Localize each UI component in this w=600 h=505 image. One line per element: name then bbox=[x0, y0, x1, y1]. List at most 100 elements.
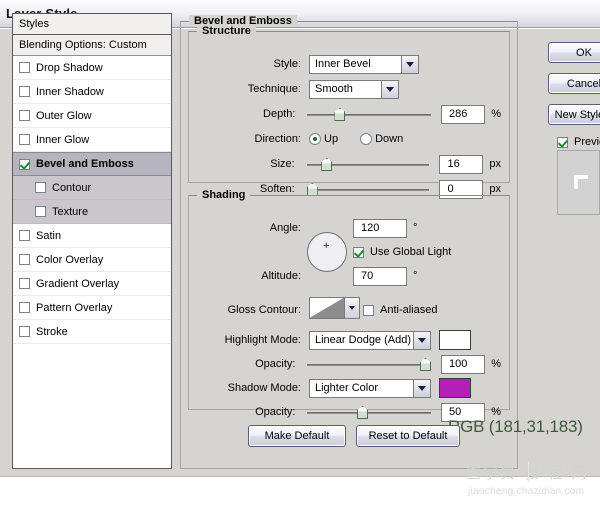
anti-aliased-label: Anti-aliased bbox=[380, 304, 437, 316]
cancel-button[interactable]: Cancel bbox=[548, 73, 600, 94]
altitude-label: Altitude: bbox=[189, 270, 301, 282]
bevel-emboss-panel: Bevel and Emboss Structure Style: Inner … bbox=[180, 13, 520, 469]
soften-unit: px bbox=[489, 183, 501, 195]
radio-up-icon[interactable] bbox=[309, 133, 321, 145]
shadow-mode-select[interactable]: Lighter Color bbox=[309, 379, 431, 398]
style-row-checkbox[interactable] bbox=[19, 86, 30, 97]
highlight-opacity-slider-track bbox=[307, 364, 431, 366]
direction-radio-up[interactable]: Up bbox=[309, 133, 338, 145]
gloss-contour-curve-icon bbox=[310, 298, 344, 318]
style-row[interactable]: Color Overlay bbox=[13, 248, 171, 272]
style-row-label: Inner Glow bbox=[36, 134, 89, 146]
chevron-down-icon[interactable] bbox=[401, 56, 418, 73]
style-select[interactable]: Inner Bevel bbox=[309, 55, 419, 74]
direction-up-label: Up bbox=[324, 133, 338, 145]
chevron-down-icon[interactable] bbox=[413, 332, 430, 349]
make-default-button[interactable]: Make Default bbox=[248, 425, 346, 447]
altitude-input[interactable]: 70 bbox=[353, 267, 407, 286]
depth-slider[interactable] bbox=[307, 106, 431, 122]
preview-row[interactable]: Preview bbox=[557, 132, 600, 152]
shading-group-title: Shading bbox=[197, 189, 250, 201]
highlight-color-swatch[interactable] bbox=[439, 330, 471, 350]
shadow-opacity-slider[interactable] bbox=[307, 404, 431, 420]
style-row-checkbox[interactable] bbox=[35, 206, 46, 217]
depth-slider-knob[interactable] bbox=[334, 108, 345, 121]
style-row-label: Contour bbox=[52, 182, 91, 194]
style-row-checkbox[interactable] bbox=[19, 278, 30, 289]
angle-label: Angle: bbox=[189, 222, 301, 234]
style-row-label: Gradient Overlay bbox=[36, 278, 119, 290]
style-row-checkbox[interactable] bbox=[19, 159, 30, 170]
shadow-mode-value: Lighter Color bbox=[310, 382, 378, 394]
styles-list-header: Styles bbox=[13, 14, 171, 35]
structure-group-title: Structure bbox=[197, 25, 256, 37]
anti-aliased-row[interactable]: Anti-aliased bbox=[363, 300, 513, 320]
size-slider[interactable] bbox=[307, 156, 430, 172]
highlight-mode-value: Linear Dodge (Add) bbox=[310, 334, 411, 346]
highlight-mode-select[interactable]: Linear Dodge (Add) bbox=[309, 331, 431, 350]
style-row-label: Outer Glow bbox=[36, 110, 92, 122]
direction-radio-down[interactable]: Down bbox=[360, 133, 403, 145]
chevron-down-icon[interactable] bbox=[381, 81, 398, 98]
style-row[interactable]: Inner Shadow bbox=[13, 80, 171, 104]
style-row[interactable]: Bevel and Emboss bbox=[13, 152, 171, 176]
style-row-label: Inner Shadow bbox=[36, 86, 104, 98]
style-row-checkbox[interactable] bbox=[19, 62, 30, 73]
shadow-color-swatch[interactable] bbox=[439, 378, 471, 398]
direction-down-label: Down bbox=[375, 133, 403, 145]
bottom-strip bbox=[0, 476, 600, 505]
style-row-label: Pattern Overlay bbox=[36, 302, 112, 314]
use-global-light-checkbox[interactable] bbox=[353, 247, 364, 258]
gloss-contour-dropdown-arrow-icon[interactable] bbox=[345, 297, 360, 319]
chevron-down-icon[interactable] bbox=[413, 380, 430, 397]
style-row[interactable]: Outer Glow bbox=[13, 104, 171, 128]
style-row-checkbox[interactable] bbox=[19, 110, 30, 121]
radio-down-icon[interactable] bbox=[360, 133, 372, 145]
styles-list-panel: Styles Blending Options: Custom Drop Sha… bbox=[12, 13, 172, 469]
style-row[interactable]: Texture bbox=[13, 200, 171, 224]
style-row-checkbox[interactable] bbox=[19, 326, 30, 337]
anti-aliased-checkbox[interactable] bbox=[363, 305, 374, 316]
shadow-opacity-label: Opacity: bbox=[189, 406, 295, 418]
shadow-mode-label: Shadow Mode: bbox=[189, 382, 301, 394]
style-preview-thumbnail bbox=[557, 150, 600, 215]
depth-slider-track bbox=[307, 114, 431, 116]
style-row-checkbox[interactable] bbox=[35, 182, 46, 193]
depth-input[interactable]: 286 bbox=[441, 105, 485, 124]
highlight-opacity-slider[interactable] bbox=[307, 356, 431, 372]
shading-group: Shading Angle: 120 ° Use Global Light Al… bbox=[188, 195, 510, 410]
style-row[interactable]: Contour bbox=[13, 176, 171, 200]
style-row[interactable]: Inner Glow bbox=[13, 128, 171, 152]
shadow-opacity-slider-knob[interactable] bbox=[357, 406, 368, 419]
gloss-contour-swatch[interactable] bbox=[309, 297, 345, 319]
ok-button[interactable]: OK bbox=[548, 42, 600, 63]
size-slider-knob[interactable] bbox=[321, 158, 332, 171]
style-row[interactable]: Gradient Overlay bbox=[13, 272, 171, 296]
highlight-opacity-slider-knob[interactable] bbox=[420, 358, 431, 371]
style-row[interactable]: Drop Shadow bbox=[13, 56, 171, 80]
highlight-opacity-input[interactable]: 100 bbox=[441, 355, 485, 374]
use-global-light-row[interactable]: Use Global Light bbox=[353, 242, 523, 262]
size-input[interactable]: 16 bbox=[439, 155, 483, 174]
style-row-label: Texture bbox=[52, 206, 88, 218]
preview-checkbox[interactable] bbox=[557, 137, 568, 148]
style-label: Style: bbox=[189, 58, 301, 70]
altitude-unit: ° bbox=[413, 270, 417, 282]
new-style-button[interactable]: New Style... bbox=[548, 104, 600, 125]
style-row[interactable]: Satin bbox=[13, 224, 171, 248]
style-row-checkbox[interactable] bbox=[19, 134, 30, 145]
blending-options-row[interactable]: Blending Options: Custom bbox=[13, 35, 171, 56]
reset-to-default-button[interactable]: Reset to Default bbox=[356, 425, 460, 447]
style-row[interactable]: Stroke bbox=[13, 320, 171, 344]
style-row-checkbox[interactable] bbox=[19, 302, 30, 313]
style-row-label: Drop Shadow bbox=[36, 62, 103, 74]
gloss-contour-label: Gloss Contour: bbox=[189, 304, 301, 316]
technique-select-value: Smooth bbox=[310, 83, 353, 95]
style-row-checkbox[interactable] bbox=[19, 230, 30, 241]
style-row[interactable]: Pattern Overlay bbox=[13, 296, 171, 320]
size-unit: px bbox=[489, 158, 501, 170]
depth-label: Depth: bbox=[189, 108, 295, 120]
style-row-checkbox[interactable] bbox=[19, 254, 30, 265]
technique-select[interactable]: Smooth bbox=[309, 80, 399, 99]
angle-input[interactable]: 120 bbox=[353, 219, 407, 238]
